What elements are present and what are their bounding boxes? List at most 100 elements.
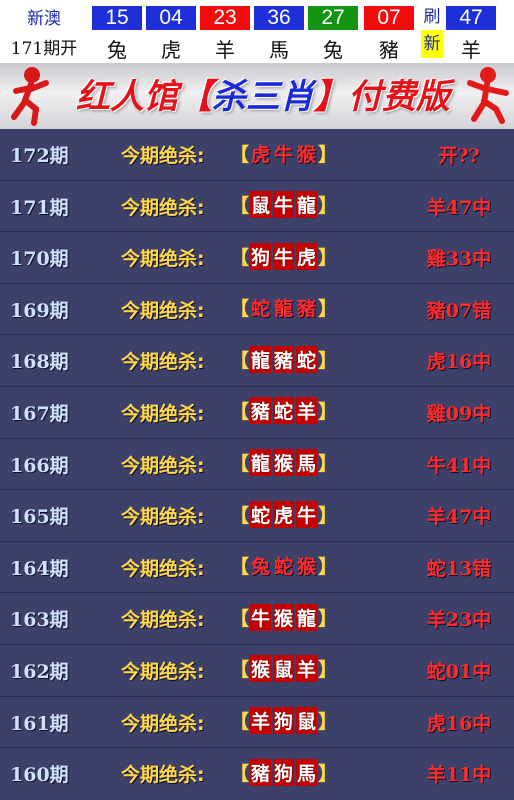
ball-number: 36 bbox=[254, 6, 304, 30]
refresh-label-top: 刷 bbox=[423, 7, 441, 27]
kill-label: 今期绝杀: bbox=[121, 145, 205, 167]
issue-number: 162期 bbox=[10, 660, 69, 683]
zodiac-pick: 牛 bbox=[250, 603, 272, 631]
bracket-close: 】 bbox=[318, 453, 338, 476]
kill-picks: 【狗牛虎】 bbox=[230, 241, 337, 271]
zodiac-pick: 龍 bbox=[250, 449, 272, 477]
list-item: 170期 今期绝杀: 【狗牛虎】 雞33中 bbox=[0, 232, 514, 284]
zodiac-pick: 羊 bbox=[250, 707, 272, 735]
list-item: 161期 今期绝杀: 【羊狗鼠】 虎16中 bbox=[0, 697, 514, 749]
result-text: 羊47中 bbox=[426, 506, 492, 529]
kill-picks: 【龍豬蛇】 bbox=[230, 344, 337, 374]
kill-picks: 【兔蛇猴】 bbox=[230, 551, 337, 581]
kill-picks: 【豬狗馬】 bbox=[230, 757, 337, 787]
zodiac-pick: 狗 bbox=[250, 242, 272, 270]
ball-zodiac: 兔 bbox=[107, 38, 127, 62]
result-text: 雞09中 bbox=[426, 402, 492, 425]
banner-title-left: 红人馆【 bbox=[76, 77, 212, 117]
ball-zodiac: 虎 bbox=[161, 38, 181, 62]
issue-number: 165期 bbox=[10, 506, 69, 529]
kill-label: 今期绝杀: bbox=[121, 660, 205, 683]
kill-label: 今期绝杀: bbox=[121, 351, 205, 374]
running-figure-icon bbox=[467, 67, 509, 124]
zodiac-pick: 龍 bbox=[296, 191, 318, 219]
zodiac-pick: 牛 bbox=[273, 191, 295, 219]
zodiac-pick: 馬 bbox=[296, 449, 318, 477]
bracket-close: 】 bbox=[318, 711, 338, 734]
bracket-close: 】 bbox=[318, 401, 338, 424]
kill-label: 今期绝杀: bbox=[121, 609, 205, 632]
list-item: 165期 今期绝杀: 【蛇虎牛】 羊47中 bbox=[0, 490, 514, 542]
zodiac-pick: 蛇 bbox=[250, 500, 272, 528]
kill-label: 今期绝杀: bbox=[121, 506, 205, 529]
list-item: 168期 今期绝杀: 【龍豬蛇】 虎16中 bbox=[0, 335, 514, 387]
result-text: 蛇01中 bbox=[426, 660, 492, 683]
kill-picks: 【鼠牛龍】 bbox=[230, 190, 337, 220]
kill-picks: 【龍猴馬】 bbox=[230, 448, 337, 478]
list-item: 172期 今期绝杀: 【虎牛猴】 开?? bbox=[0, 129, 514, 181]
bracket-close: 】 bbox=[318, 607, 338, 630]
banner-title: 红人馆【杀三肖】付费版 bbox=[58, 69, 468, 118]
bracket-open: 【 bbox=[230, 607, 250, 630]
bracket-open: 【 bbox=[230, 246, 250, 269]
issue-number: 166期 bbox=[10, 454, 69, 477]
ball-number: 04 bbox=[146, 6, 196, 30]
bracket-open: 【 bbox=[230, 195, 250, 218]
period-label: 171期开 bbox=[10, 39, 78, 59]
refresh-button[interactable]: 刷 新 bbox=[421, 4, 443, 62]
list-item: 162期 今期绝杀: 【猴鼠羊】 蛇01中 bbox=[0, 645, 514, 697]
list-item: 167期 今期绝杀: 【豬蛇羊】 雞09中 bbox=[0, 387, 514, 439]
result-text: 羊23中 bbox=[426, 609, 492, 632]
bracket-close: 】 bbox=[318, 246, 338, 269]
ball-number: 15 bbox=[92, 6, 142, 30]
bracket-open: 【 bbox=[230, 349, 250, 372]
ball-zodiac: 兔 bbox=[323, 38, 343, 62]
list-item: 171期 今期绝杀: 【鼠牛龍】 羊47中 bbox=[0, 181, 514, 233]
zodiac-pick: 馬 bbox=[296, 758, 318, 786]
zodiac-pick: 羊 bbox=[296, 397, 318, 425]
result-text: 蛇13错 bbox=[426, 557, 492, 580]
bracket-open: 【 bbox=[230, 401, 250, 424]
zodiac-pick: 猴 bbox=[273, 449, 295, 477]
zodiac-pick: 龍 bbox=[274, 298, 294, 321]
ball-zodiac: 馬 bbox=[269, 38, 289, 62]
list-item: 169期 今期绝杀: 【蛇龍豬】 豬07错 bbox=[0, 284, 514, 336]
bracket-open: 【 bbox=[230, 762, 250, 785]
zodiac-pick: 牛 bbox=[274, 143, 294, 166]
zodiac-pick: 兔 bbox=[251, 556, 271, 579]
ball-number: 07 bbox=[364, 6, 414, 30]
kill-picks: 【蛇虎牛】 bbox=[230, 499, 337, 529]
zodiac-pick: 狗 bbox=[273, 707, 295, 735]
zodiac-pick: 蛇 bbox=[274, 556, 294, 579]
bracket-open: 【 bbox=[230, 711, 250, 734]
list-item: 160期 今期绝杀: 【豬狗馬】 羊11中 bbox=[0, 748, 514, 800]
bracket-open: 【 bbox=[230, 298, 250, 321]
bracket-close: 】 bbox=[318, 762, 338, 785]
zodiac-pick: 蛇 bbox=[273, 397, 295, 425]
kill-picks: 【猴鼠羊】 bbox=[230, 654, 337, 684]
zodiac-pick: 鼠 bbox=[273, 655, 295, 683]
result-text: 虎16中 bbox=[426, 712, 492, 735]
kill-label: 今期绝杀: bbox=[121, 299, 205, 322]
issue-number: 163期 bbox=[10, 609, 69, 632]
ball-zodiac: 豬 bbox=[379, 38, 399, 62]
list-item: 163期 今期绝杀: 【牛猴龍】 羊23中 bbox=[0, 593, 514, 645]
kill-picks: 【豬蛇羊】 bbox=[230, 396, 337, 426]
zodiac-pick: 豬 bbox=[297, 298, 317, 321]
kill-label: 今期绝杀: bbox=[121, 712, 205, 735]
draw-results-bar: 新澳 171期开 15 兔 04 虎 23 羊 36 馬 27 兔 07 豬 47 羊 刷 新 bbox=[0, 0, 514, 63]
zodiac-pick: 虎 bbox=[273, 500, 295, 528]
bracket-close: 】 bbox=[318, 195, 338, 218]
bracket-close: 】 bbox=[318, 659, 338, 682]
ball-number: 47 bbox=[446, 6, 496, 30]
zodiac-pick: 牛 bbox=[273, 242, 295, 270]
kill-label: 今期绝杀: bbox=[121, 402, 205, 425]
bracket-open: 【 bbox=[230, 504, 250, 527]
issue-number: 160期 bbox=[10, 764, 69, 787]
kill-picks: 【蛇龍豬】 bbox=[230, 293, 337, 323]
bracket-open: 【 bbox=[230, 453, 250, 476]
issue-number: 164期 bbox=[10, 557, 69, 580]
bracket-open: 【 bbox=[230, 143, 250, 166]
kill-label: 今期绝杀: bbox=[121, 196, 205, 219]
bracket-close: 】 bbox=[318, 143, 338, 166]
